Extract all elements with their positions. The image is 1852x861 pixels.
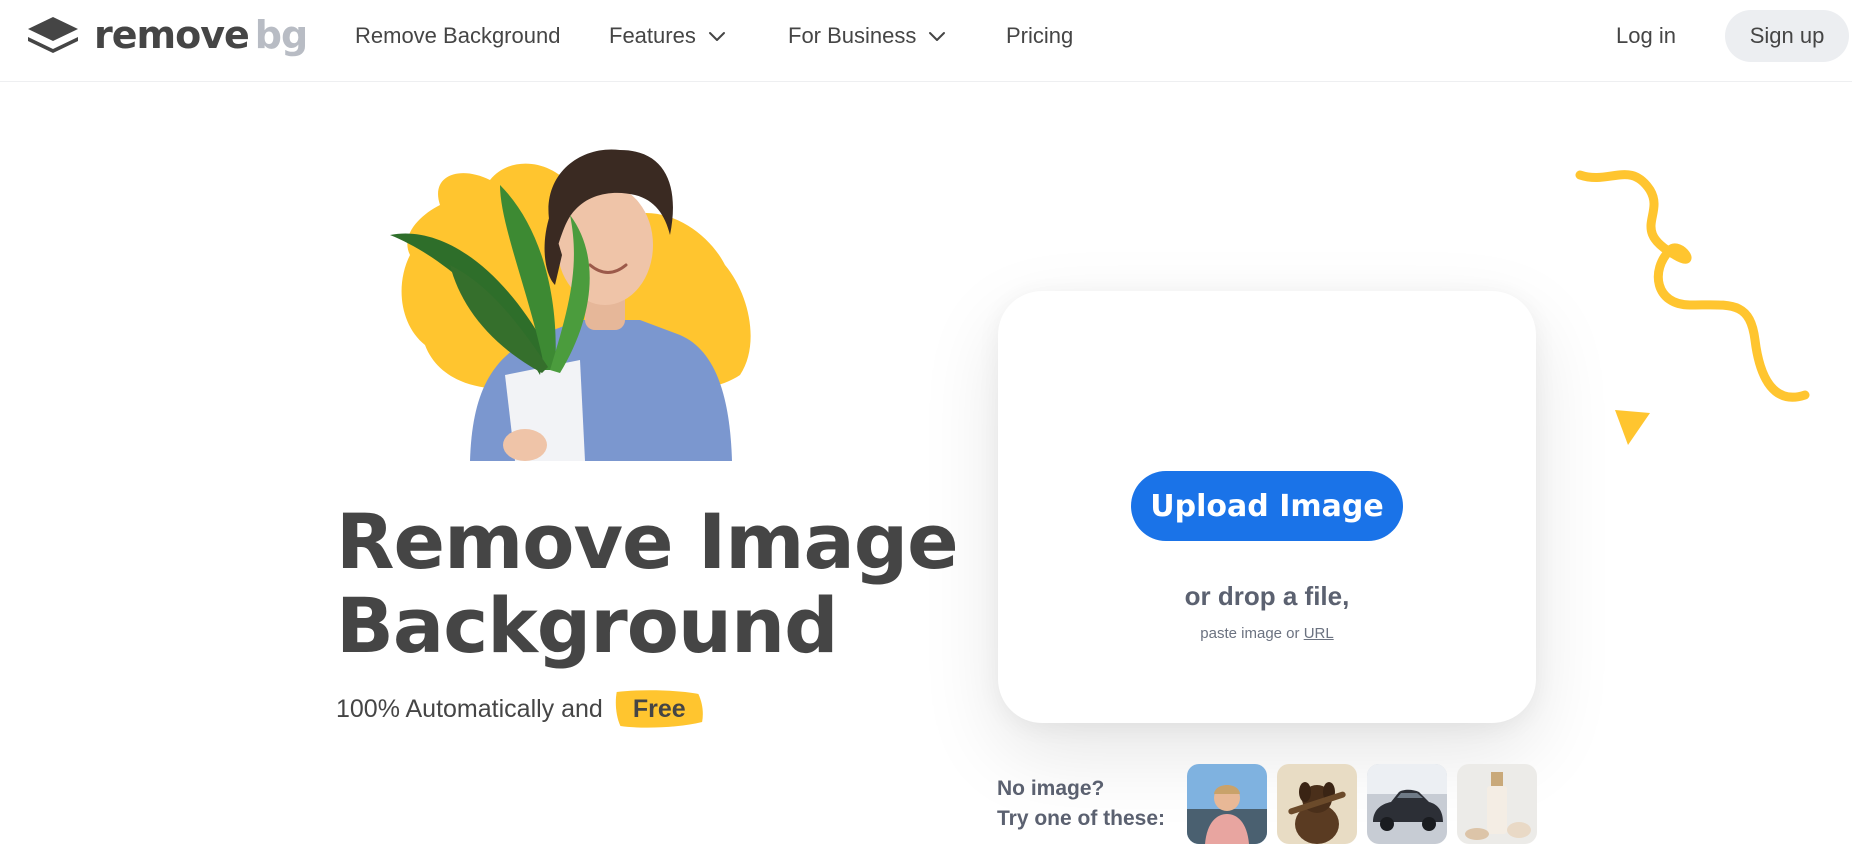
logo[interactable]: remove bg: [26, 13, 308, 57]
top-nav: remove bg Remove Background Features For …: [0, 0, 1852, 82]
sample-prompt-line2: Try one of these:: [997, 807, 1166, 830]
decorative-squiggle-icon: [1575, 170, 1810, 445]
nav-pricing-label: Pricing: [1006, 23, 1074, 48]
sample-car-thumbnail[interactable]: [1367, 764, 1447, 844]
logo-main-text: remove: [94, 13, 250, 57]
sample-person-thumbnail[interactable]: [1187, 764, 1267, 844]
free-badge-label: Free: [632, 694, 686, 723]
sample-dog-thumbnail[interactable]: [1277, 764, 1357, 844]
nav-remove-background-label: Remove Background: [355, 23, 561, 48]
nav-pricing[interactable]: Pricing: [1006, 20, 1073, 52]
nav-for-business-label: For Business: [788, 23, 917, 48]
nav-features[interactable]: Features: [609, 20, 728, 52]
drop-file-text: or drop a file,: [1184, 581, 1350, 611]
login-button[interactable]: Log in: [1616, 20, 1676, 52]
nav-for-business[interactable]: For Business: [788, 20, 948, 52]
sample-prompt-line1: No image?: [997, 777, 1105, 800]
nav-features-label: Features: [609, 23, 696, 48]
signup-button[interactable]: Sign up: [1725, 10, 1849, 62]
logo-layers-icon: [28, 17, 78, 53]
page-title-line1: Remove Image: [336, 497, 959, 586]
paste-hint-prefix: paste image or: [1200, 625, 1300, 642]
person-sample-icon: [1187, 764, 1267, 844]
chevron-down-icon: [708, 32, 725, 41]
free-badge: Free: [613, 688, 706, 730]
page-title-line2: Background: [336, 581, 839, 670]
chevron-down-icon: [929, 32, 946, 41]
paste-hint: paste image or URL: [998, 625, 1536, 642]
sample-cosmetics-thumbnail[interactable]: [1457, 764, 1537, 844]
nav-remove-background[interactable]: Remove Background: [355, 20, 560, 52]
logo-wordmark: remove bg: [94, 13, 308, 57]
paste-url-link[interactable]: URL: [1304, 625, 1334, 642]
upload-dropzone[interactable]: Upload Image or drop a file, paste image…: [998, 291, 1536, 723]
hero-subline: 100% Automatically and Free: [336, 690, 706, 728]
sample-prompt: No image? Try one of these:: [997, 774, 1165, 834]
upload-image-button[interactable]: Upload Image: [1131, 471, 1403, 541]
page-title: Remove Image Background: [336, 500, 976, 668]
cosmetics-sample-icon: [1457, 764, 1537, 844]
hero-person-plant-image: [390, 149, 751, 461]
hero-subline-text: 100% Automatically and: [336, 694, 603, 723]
car-sample-icon: [1367, 764, 1447, 844]
logo-suffix-text: bg: [254, 13, 308, 57]
dog-sample-icon: [1277, 764, 1357, 844]
